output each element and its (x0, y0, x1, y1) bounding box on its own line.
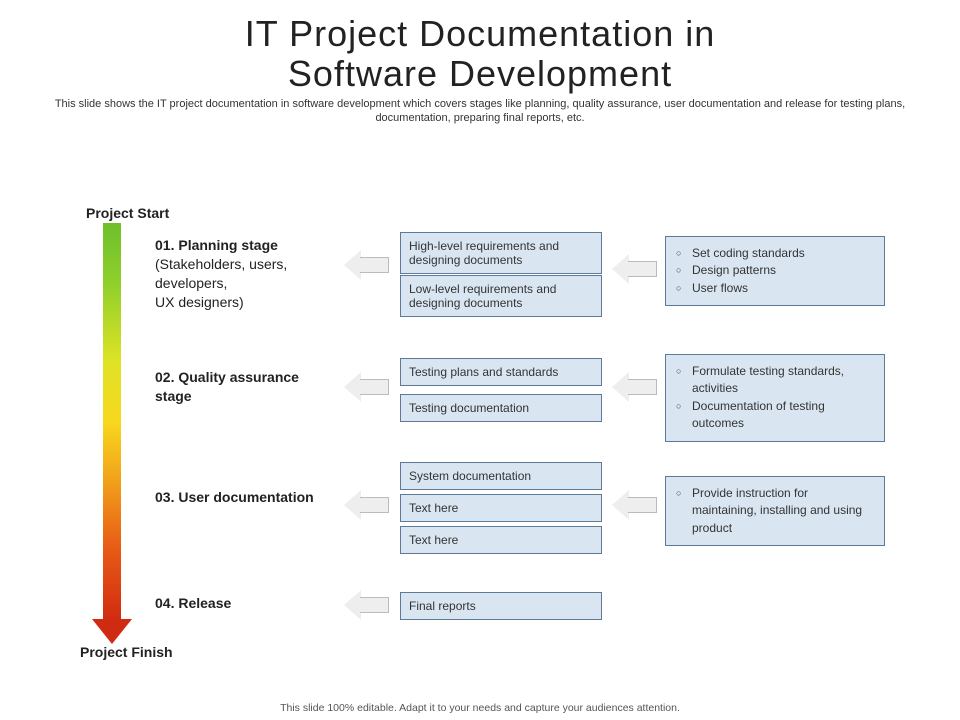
box-final-reports: Final reports (400, 592, 602, 620)
list-item: Provide instruction for maintaining, ins… (676, 485, 874, 537)
box-text-here-1: Text here (400, 494, 602, 522)
list-item: Formulate testing standards, activities (676, 363, 874, 398)
arrow-left-icon (612, 254, 657, 284)
box-testing-plans: Testing plans and standards (400, 358, 602, 386)
timeline-bar (103, 223, 121, 621)
arrow-left-icon (344, 250, 389, 280)
arrow-left-icon (612, 372, 657, 402)
box-lowlevel-req: Low-level requirements and designing doc… (400, 275, 602, 317)
label-project-start: Project Start (86, 205, 169, 221)
stage-3: 03. User documentation (155, 488, 330, 507)
slide-subtitle: This slide shows the IT project document… (40, 97, 920, 126)
list-item: Documentation of testing outcomes (676, 398, 874, 433)
slide-footer: This slide 100% editable. Adapt it to yo… (0, 702, 960, 714)
stage-1-head: 01. Planning stage (155, 237, 278, 253)
list-item: User flows (676, 280, 874, 297)
stage-4: 04. Release (155, 594, 330, 613)
box-testing-doc: Testing documentation (400, 394, 602, 422)
stage-1-sub: (Stakeholders, users, developers,UX desi… (155, 256, 287, 310)
stage-3-head: 03. User documentation (155, 489, 314, 505)
box-stage3-details: Provide instruction for maintaining, ins… (665, 476, 885, 546)
box-highlevel-req: High-level requirements and designing do… (400, 232, 602, 274)
arrow-left-icon (344, 590, 389, 620)
arrow-left-icon (612, 490, 657, 520)
label-project-finish: Project Finish (80, 644, 173, 660)
arrow-left-icon (344, 372, 389, 402)
stage-4-head: 04. Release (155, 595, 231, 611)
title-line1: IT Project Documentation in (245, 13, 716, 54)
box-stage2-details: Formulate testing standards, activities … (665, 354, 885, 442)
slide: IT Project Documentation in Software Dev… (0, 0, 960, 720)
stage-1: 01. Planning stage (Stakeholders, users,… (155, 236, 330, 312)
box-system-doc: System documentation (400, 462, 602, 490)
slide-title: IT Project Documentation in Software Dev… (0, 0, 960, 93)
list-item: Set coding standards (676, 245, 874, 262)
arrow-left-icon (344, 490, 389, 520)
stage-2: 02. Quality assurance stage (155, 368, 330, 406)
box-stage1-details: Set coding standards Design patterns Use… (665, 236, 885, 306)
list-item: Design patterns (676, 262, 874, 279)
title-line2: Software Development (288, 53, 672, 94)
box-text-here-2: Text here (400, 526, 602, 554)
stage-2-head: 02. Quality assurance stage (155, 369, 299, 404)
timeline-arrowhead (92, 619, 132, 644)
